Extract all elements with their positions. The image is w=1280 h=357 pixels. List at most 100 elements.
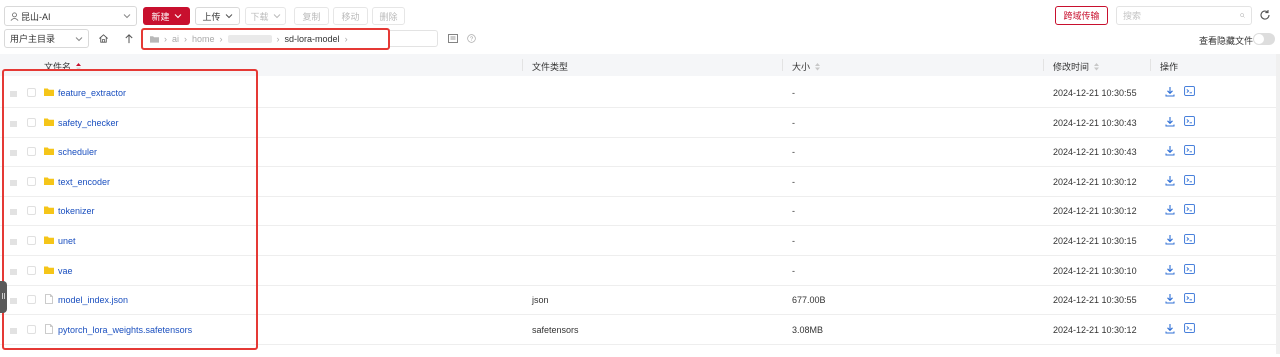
preview-icon[interactable] — [1184, 204, 1195, 215]
sort-icon[interactable] — [814, 62, 821, 71]
column-divider[interactable] — [522, 59, 523, 71]
download-icon[interactable] — [1165, 234, 1175, 245]
preview-icon[interactable] — [1184, 86, 1195, 96]
drag-handle-icon[interactable] — [10, 207, 17, 215]
file-name-link[interactable]: vae — [58, 266, 73, 276]
table-row[interactable]: safety_checker - 2024-12-21 10:30:43 — [0, 108, 1276, 138]
preview-icon[interactable] — [1184, 174, 1195, 185]
sort-icon[interactable] — [1093, 62, 1100, 71]
download-icon[interactable] — [1165, 264, 1175, 275]
file-name-link[interactable]: tokenizer — [58, 206, 95, 216]
column-header-modified[interactable]: 修改时间 — [1053, 60, 1100, 73]
table-row[interactable]: model_index.json json 677.00B 2024-12-21 10… — [0, 285, 1276, 316]
show-hidden-files-toggle[interactable] — [1253, 33, 1275, 45]
download-icon[interactable] — [1165, 293, 1175, 304]
search-input[interactable] — [1123, 10, 1240, 21]
new-button[interactable]: 新建 — [143, 7, 190, 25]
breadcrumb-item-ai[interactable]: ai — [172, 34, 179, 44]
breadcrumb-item-current[interactable]: sd-lora-model — [285, 34, 340, 44]
refresh-icon[interactable] — [1259, 9, 1271, 21]
chevron-down-icon — [174, 14, 181, 19]
modified-time: 2024-12-21 10:30:10 — [1053, 265, 1137, 276]
edit-path-icon[interactable] — [448, 34, 458, 43]
column-header-name[interactable]: 文件名 — [44, 60, 82, 73]
folder-icon — [44, 265, 54, 275]
preview-icon[interactable] — [1184, 145, 1195, 156]
download-icon[interactable] — [1165, 175, 1175, 186]
drag-handle-icon[interactable] — [10, 237, 17, 245]
drag-handle-icon[interactable] — [10, 119, 17, 127]
download-icon[interactable] — [1165, 323, 1175, 334]
search-box — [1116, 6, 1252, 25]
breadcrumb-item-home[interactable]: home — [192, 34, 215, 44]
root-directory-select[interactable]: 用户主目录 — [4, 29, 89, 48]
sort-icon[interactable] — [75, 62, 82, 71]
home-button[interactable] — [95, 30, 112, 47]
table-row[interactable]: pytorch_lora_weights.safetensors safetens… — [0, 315, 1276, 345]
row-checkbox[interactable] — [27, 88, 36, 97]
preview-icon[interactable] — [1184, 115, 1195, 126]
row-checkbox[interactable] — [27, 236, 36, 245]
preview-icon[interactable] — [1184, 234, 1195, 244]
file-name-link[interactable]: pytorch_lora_weights.safetensors — [58, 325, 192, 335]
download-icon[interactable] — [1165, 86, 1175, 97]
column-divider[interactable] — [1043, 59, 1044, 71]
upload-button[interactable]: 上传 — [195, 7, 240, 25]
table-row[interactable]: feature_extractor - 2024-12-21 10:30:55 — [0, 78, 1276, 108]
download-icon[interactable] — [1165, 204, 1175, 215]
row-checkbox[interactable] — [27, 265, 36, 275]
move-button[interactable]: 移动 — [333, 7, 368, 25]
file-name-link[interactable]: unet — [58, 236, 76, 246]
column-header-size[interactable]: 大小 — [792, 60, 821, 73]
row-checkbox[interactable] — [27, 176, 36, 186]
side-panel-handle[interactable] — [0, 281, 7, 313]
root-directory-label: 用户主目录 — [10, 34, 56, 44]
download-icon[interactable] — [1165, 145, 1175, 156]
path-input[interactable] — [390, 30, 438, 47]
folder-icon — [44, 87, 54, 97]
file-name-link[interactable]: feature_extractor — [58, 88, 126, 98]
drag-handle-icon[interactable] — [10, 178, 17, 186]
file-name-link[interactable]: scheduler — [58, 147, 97, 157]
drag-handle-icon[interactable] — [10, 326, 17, 334]
preview-icon[interactable] — [1184, 293, 1195, 304]
table-row[interactable]: text_encoder - 2024-12-21 10:30:12 — [0, 167, 1276, 197]
file-name-link[interactable]: text_encoder — [58, 177, 110, 187]
table-row[interactable]: tokenizer - 2024-12-21 10:30:12 — [0, 196, 1276, 227]
file-name-link[interactable]: model_index.json — [58, 295, 128, 305]
row-checkbox[interactable] — [27, 147, 36, 157]
row-checkbox[interactable] — [27, 117, 36, 127]
drag-handle-icon[interactable] — [10, 296, 17, 304]
file-size: 3.08MB — [792, 324, 824, 335]
column-divider[interactable] — [782, 59, 783, 71]
preview-icon[interactable] — [1184, 263, 1195, 274]
server-select[interactable]: 昆山-AI — [4, 6, 137, 26]
column-modified-label: 修改时间 — [1053, 62, 1090, 72]
drag-handle-icon[interactable] — [10, 267, 17, 275]
drag-handle-icon[interactable] — [10, 89, 17, 97]
table-row[interactable]: vae - 2024-12-21 10:30:10 — [0, 256, 1276, 286]
download-icon[interactable] — [1165, 116, 1175, 127]
cross-domain-transfer-button[interactable]: 跨域传输 — [1055, 6, 1108, 25]
column-divider[interactable] — [1150, 59, 1151, 71]
transfer-button-label: 跨域传输 — [1063, 11, 1100, 21]
modified-time: 2024-12-21 10:30:43 — [1053, 147, 1137, 158]
row-checkbox[interactable] — [27, 295, 36, 305]
folder-icon[interactable] — [150, 35, 159, 43]
help-icon[interactable]: ? — [467, 34, 476, 43]
drag-handle-icon[interactable] — [10, 148, 17, 156]
breadcrumb-item-redacted[interactable] — [227, 35, 272, 43]
preview-icon[interactable] — [1184, 322, 1195, 333]
row-checkbox[interactable] — [27, 324, 36, 334]
parent-directory-button[interactable] — [120, 30, 137, 47]
delete-button[interactable]: 删除 — [372, 7, 405, 25]
table-row[interactable]: scheduler - 2024-12-21 10:30:43 — [0, 137, 1276, 168]
chevron-down-icon — [273, 14, 280, 19]
vertical-scrollbar[interactable] — [1276, 54, 1280, 354]
file-name-link[interactable]: safety_checker — [58, 118, 119, 128]
row-checkbox[interactable] — [27, 206, 36, 216]
table-row[interactable]: unet - 2024-12-21 10:30:15 — [0, 226, 1276, 256]
search-icon[interactable] — [1240, 11, 1245, 20]
copy-button[interactable]: 复制 — [294, 7, 329, 25]
download-button[interactable]: 下载 — [245, 7, 286, 25]
